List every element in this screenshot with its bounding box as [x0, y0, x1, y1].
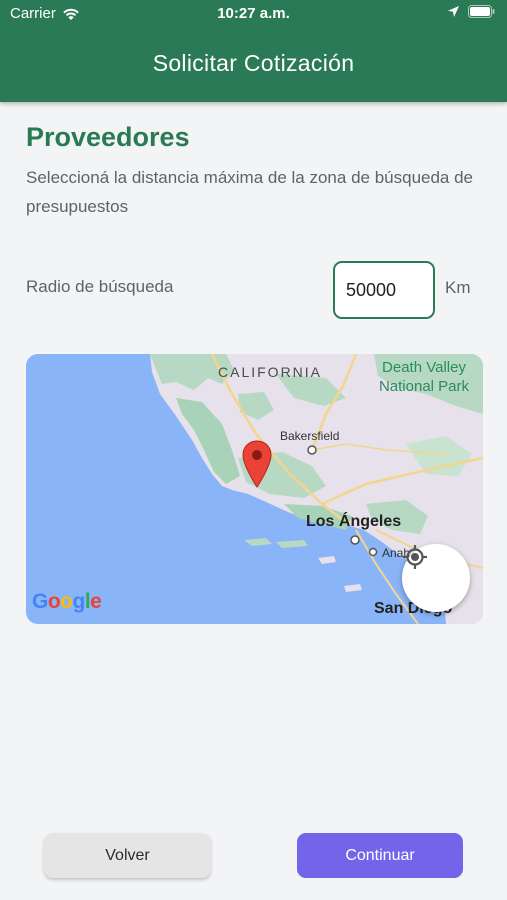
map-view[interactable]: CALIFORNIA Death Valley National Park Ba… — [26, 354, 483, 624]
status-bar: Carrier 10:27 a.m. — [0, 0, 507, 30]
battery-icon — [468, 5, 495, 18]
location-arrow-icon — [448, 6, 459, 17]
back-button[interactable]: Volver — [44, 833, 211, 878]
continue-button[interactable]: Continuar — [297, 833, 463, 878]
my-location-button[interactable] — [402, 544, 470, 612]
status-icons — [447, 5, 495, 18]
my-location-icon — [403, 545, 427, 569]
map-pin-icon[interactable] — [242, 440, 272, 488]
app-header: Carrier 10:27 a.m. Solicitar Cotización — [0, 0, 507, 102]
section-title: Proveedores — [26, 122, 190, 152]
radius-label: Radio de búsqueda — [26, 277, 174, 296]
map-label-bakersfield: Bakersfield — [280, 429, 340, 443]
map-label-los-angeles: Los Ángeles — [306, 513, 402, 530]
unit-label: Km — [445, 278, 471, 297]
radius-input[interactable] — [333, 261, 435, 319]
map-label-death-valley: Death Valley National Park — [378, 359, 470, 395]
status-time: 10:27 a.m. — [217, 5, 290, 22]
google-logo: Google — [32, 590, 102, 613]
page-title: Solicitar Cotización — [152, 50, 355, 76]
map-label-california: CALIFORNIA — [218, 364, 323, 380]
section-description: Seleccioná la distancia máxima de la zon… — [26, 168, 474, 216]
